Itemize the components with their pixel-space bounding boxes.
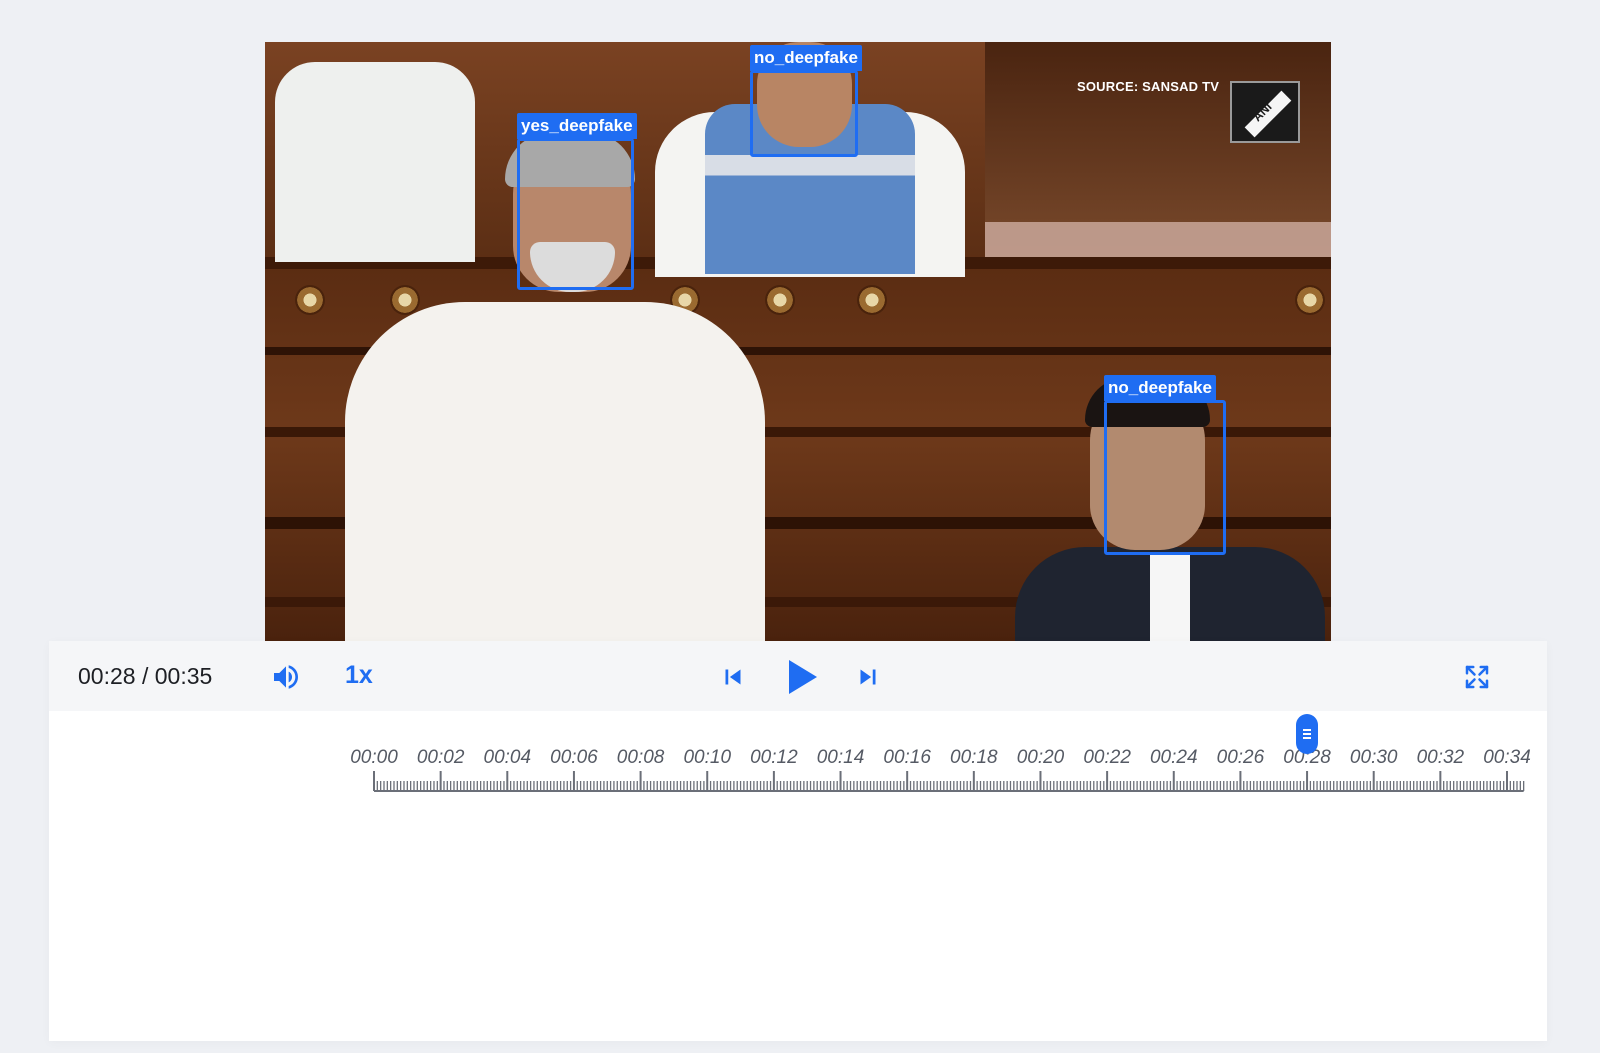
timeline-tick-label: 00:10 [683,747,732,768]
volume-icon [274,665,298,689]
timeline-tick-label: 00:34 [1483,747,1531,768]
timeline-tick-label: 00:14 [816,747,865,768]
play-icon [789,660,817,694]
timeline[interactable]: 00:00 00:02 00:04 00:06 00:08 00:10 00:12 00:14… [49,711,1547,831]
skip-previous-icon [725,669,741,685]
skip-previous-button[interactable] [714,658,752,696]
timeline-tick-label: 00:08 [616,747,665,768]
timeline-tick-label: 00:30 [1349,747,1398,768]
time-display: 00:28 / 00:35 [78,663,212,690]
timeline-tick-label: 00:22 [1083,747,1131,768]
timeline-tick-label: 00:02 [416,747,465,768]
detection-box: no_deepfake [750,45,862,157]
detection-box: yes_deepfake [517,113,637,290]
fullscreen-icon [1465,665,1489,689]
timeline-tick-label: 00:18 [950,747,998,768]
timeline-tick-label: 00:12 [750,747,798,768]
detection-label: no_deepfake [1104,375,1216,401]
video-frame[interactable]: SOURCE: SANSAD TV ANI yes_deepfake no_de… [265,42,1331,641]
volume-button[interactable] [267,658,305,696]
fullscreen-button[interactable] [1458,658,1496,696]
timeline-tick-label: 00:16 [883,747,931,768]
timeline-tick-label: 00:04 [483,747,532,768]
play-button[interactable] [775,651,827,703]
detection-label: no_deepfake [750,45,862,71]
controls-bar: 00:28 / 00:35 1x [49,641,1547,711]
grip-icon [1303,729,1312,739]
timeline-tick-label: 00:20 [1016,747,1065,768]
duration: 00:35 [154,663,213,689]
timeline-tick-label: 00:06 [550,747,598,768]
time-separator: / [135,663,155,689]
watermark-source-label: SOURCE: SANSAD TV [1077,79,1220,94]
playback-speed-button[interactable]: 1x [345,661,373,690]
timeline-tick-label: 00:00 [350,747,398,768]
detection-box: no_deepfake [1104,375,1226,555]
timeline-ruler[interactable] [49,771,1547,801]
skip-next-button[interactable] [849,658,887,696]
current-time: 00:28 [78,663,136,689]
detection-label: yes_deepfake [517,113,637,139]
player-panel: 00:28 / 00:35 1x 00:00 00:02 00:04 00:06… [49,641,1547,1041]
skip-next-icon [860,669,876,685]
timeline-tick-label: 00:24 [1149,747,1198,768]
playhead-handle[interactable] [1296,714,1319,754]
ani-logo: ANI [1230,81,1300,143]
timeline-tick-label: 00:32 [1416,747,1465,768]
timeline-tick-label: 00:26 [1216,747,1265,768]
